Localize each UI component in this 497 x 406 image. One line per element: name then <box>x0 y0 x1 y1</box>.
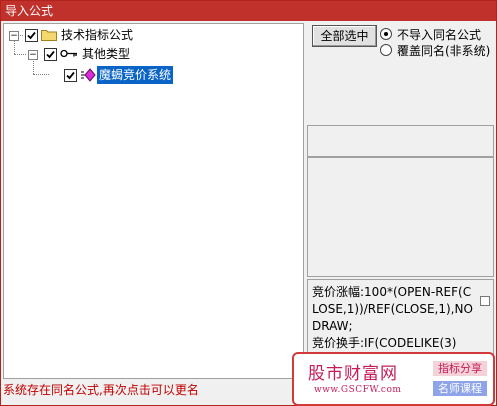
radio-unselected-icon[interactable] <box>380 44 392 56</box>
window-title: 导入公式 <box>5 4 54 18</box>
radio-overwrite[interactable]: 覆盖同名(非系统) <box>380 43 490 59</box>
watermark-tag-share: 指标分享 <box>433 361 487 376</box>
tree-label-other-types: 其他类型 <box>82 47 131 61</box>
options-pane: 全部选中 不导入同名公式 覆盖同名(非系统) 竞价涨幅:100*(OPEN-RE… <box>305 23 494 379</box>
site-watermark: 股市财富网 www.GSCFW.com 指标分享 名师课程 <box>292 352 495 406</box>
tree-label-formula[interactable]: 魔蝎竞价系统 <box>97 66 174 84</box>
import-formula-dialog: 导入公式 − 技术指标公式 − 其他类型 魔蝎竞价系统 全部选中 不导入同名公式… <box>0 0 497 406</box>
watermark-url: www.GSCFW.com <box>314 385 402 395</box>
folder-icon <box>41 30 57 41</box>
collapse-icon[interactable]: − <box>9 31 19 41</box>
formula-tree[interactable]: − 技术指标公式 − 其他类型 魔蝎竞价系统 <box>3 23 304 379</box>
tree-label-root: 技术指标公式 <box>61 28 134 42</box>
formula-diamond-icon <box>81 68 96 82</box>
check-icon <box>66 71 75 80</box>
collapse-icon[interactable]: − <box>28 50 38 60</box>
tree-item-formula[interactable]: 魔蝎竞价系统 <box>4 66 294 84</box>
select-all-button[interactable]: 全部选中 <box>312 25 377 47</box>
watermark-tag-courses: 名师课程 <box>433 381 487 396</box>
watermark-title: 股市财富网 <box>308 364 398 384</box>
check-icon <box>27 31 36 40</box>
radio-no-import[interactable]: 不导入同名公式 <box>380 27 481 43</box>
radio-overwrite-label: 覆盖同名(非系统) <box>397 44 491 58</box>
check-icon <box>46 50 55 59</box>
description-panel <box>307 157 494 277</box>
key-icon <box>60 49 77 58</box>
status-message: 系统存在同名公式,再次点击可以更名 <box>3 383 199 397</box>
radio-selected-icon[interactable] <box>380 28 392 40</box>
title-bar[interactable]: 导入公式 <box>1 1 496 21</box>
tree-item-root[interactable]: − 技术指标公式 <box>4 26 294 44</box>
info-field <box>307 125 494 157</box>
tree-item-other-types[interactable]: − 其他类型 <box>4 45 294 63</box>
formula-code: 竞价涨幅:100*(OPEN-REF(CLOSE,1))/REF(CLOSE,1… <box>312 285 473 350</box>
radio-no-import-label: 不导入同名公式 <box>397 28 482 42</box>
formula-checkbox[interactable] <box>64 69 77 82</box>
other-types-checkbox[interactable] <box>44 48 57 61</box>
scroll-indicator[interactable] <box>480 296 490 306</box>
root-checkbox[interactable] <box>25 29 38 42</box>
